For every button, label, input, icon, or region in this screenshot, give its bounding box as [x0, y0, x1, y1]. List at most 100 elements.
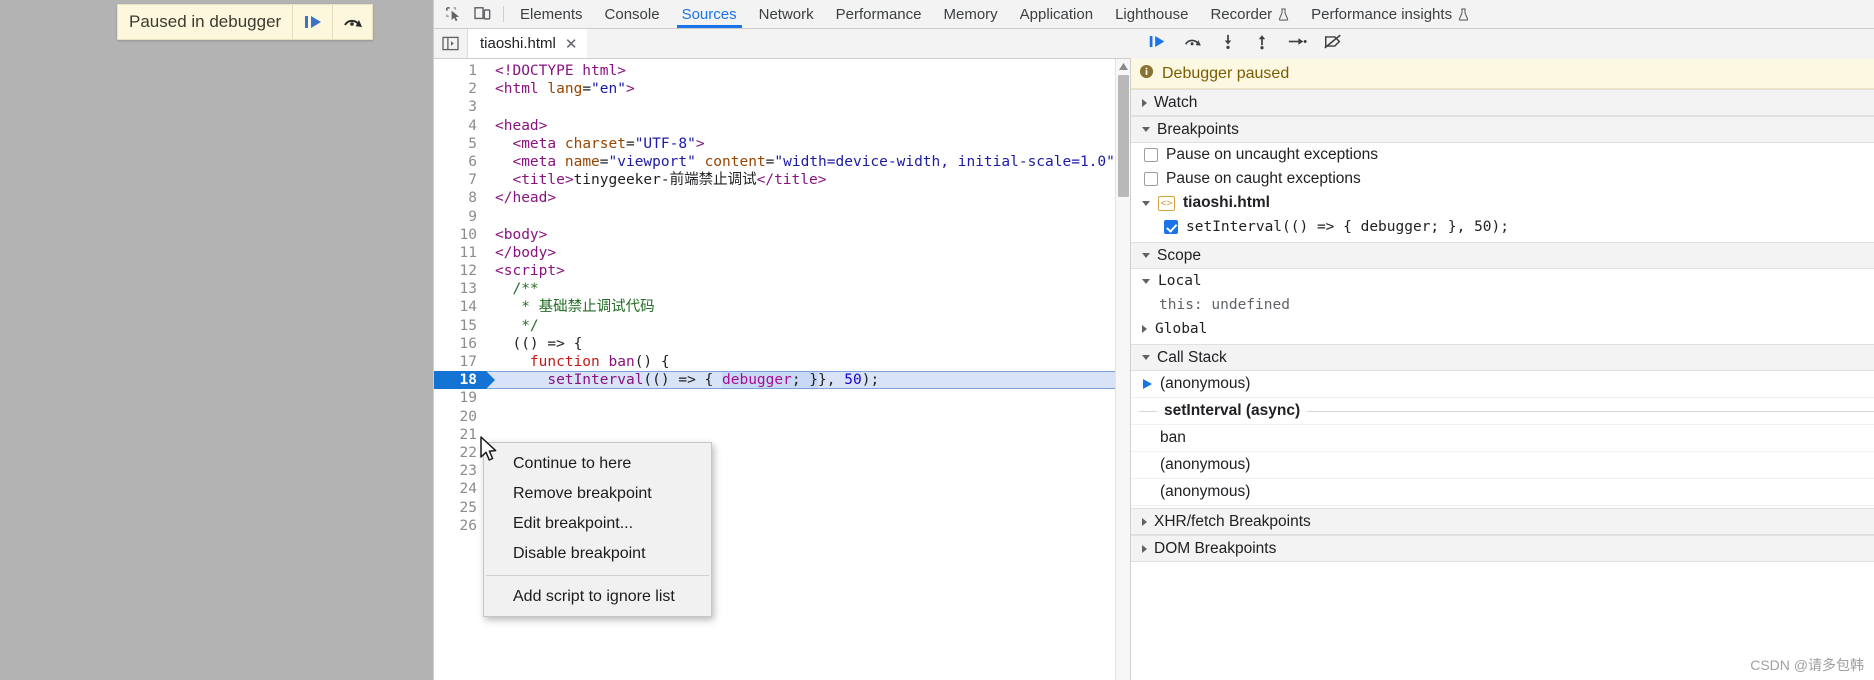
line-number[interactable]: 22	[434, 444, 486, 462]
scrollbar-thumb[interactable]	[1118, 75, 1129, 197]
line-number[interactable]: 12	[434, 262, 486, 280]
context-menu-item[interactable]: Disable breakpoint	[484, 539, 711, 569]
sidebar-section-breakpoints[interactable]: Breakpoints	[1131, 116, 1874, 143]
step-over-next-function-call-icon[interactable]	[332, 5, 372, 39]
sidebar-section-dom-breakpoints[interactable]: DOM Breakpoints	[1131, 535, 1874, 562]
call-stack-frame[interactable]: ban	[1131, 425, 1874, 452]
code-line[interactable]: 12 <script>	[434, 262, 1130, 280]
code-line[interactable]: 16 (() => {	[434, 335, 1130, 353]
code-line[interactable]: 11 </body>	[434, 244, 1130, 262]
line-number[interactable]: 14	[434, 298, 486, 316]
line-number[interactable]: 16	[434, 335, 486, 353]
line-number[interactable]: 3	[434, 98, 486, 116]
sidebar-section-scope[interactable]: Scope	[1131, 242, 1874, 269]
resume-script-execution-icon[interactable]	[292, 5, 332, 39]
context-menu-item[interactable]: Add script to ignore list	[484, 582, 711, 612]
context-menu-item[interactable]: Continue to here	[484, 449, 711, 479]
breakpoint-context-menu[interactable]: Continue to here Remove breakpoint Edit br…	[483, 442, 712, 617]
line-number[interactable]: 23	[434, 462, 486, 480]
resume-script-execution-icon[interactable]	[1147, 33, 1167, 55]
show-navigator-panel-icon[interactable]	[434, 29, 468, 58]
pause-on-caught-exceptions-checkbox[interactable]	[1144, 172, 1158, 186]
code-line[interactable]: 5 <meta charset="UTF-8">	[434, 135, 1130, 153]
deactivate-breakpoints-icon[interactable]	[1323, 33, 1343, 55]
code-line[interactable]: 1 <!DOCTYPE html>	[434, 62, 1130, 80]
code-line-breakpoint[interactable]: 18 setInterval(() => { debugger; }}, 50)…	[434, 371, 1130, 390]
scope-local-group[interactable]: Local	[1131, 269, 1874, 293]
line-number[interactable]: 13	[434, 280, 486, 298]
line-number[interactable]: 18	[434, 371, 495, 390]
sidebar-section-watch[interactable]: Watch	[1131, 89, 1874, 116]
scroll-up-arrow-icon[interactable]	[1116, 59, 1130, 73]
call-stack-frame[interactable]: (anonymous)	[1131, 371, 1874, 398]
line-number[interactable]: 7	[434, 171, 486, 189]
pause-on-uncaught-exceptions-row[interactable]: Pause on uncaught exceptions	[1131, 143, 1874, 167]
call-stack-frame[interactable]: (anonymous)	[1131, 479, 1874, 506]
close-icon[interactable]: ✕	[565, 35, 578, 53]
code-line[interactable]: 19	[434, 389, 1130, 407]
toggle-device-toolbar-icon[interactable]	[468, 0, 498, 28]
tab-network[interactable]: Network	[748, 0, 825, 28]
code-line[interactable]: 3	[434, 98, 1130, 116]
code-line[interactable]: 15 */	[434, 317, 1130, 335]
pause-on-caught-exceptions-row[interactable]: Pause on caught exceptions	[1131, 167, 1874, 191]
breakpoint-file-group[interactable]: <> tiaoshi.html	[1131, 191, 1874, 215]
pause-on-uncaught-exceptions-checkbox[interactable]	[1144, 148, 1158, 162]
code-line[interactable]: 2 <html lang="en">	[434, 80, 1130, 98]
sidebar-section-call-stack[interactable]: Call Stack	[1131, 344, 1874, 371]
line-number[interactable]: 1	[434, 62, 486, 80]
line-number[interactable]: 21	[434, 426, 486, 444]
code-line[interactable]: 14 * 基础禁止调试代码	[434, 298, 1130, 316]
step-into-next-function-call-icon[interactable]	[1219, 33, 1237, 55]
line-number[interactable]: 4	[434, 117, 486, 135]
step-over-next-function-call-icon[interactable]	[1183, 33, 1203, 55]
tab-memory[interactable]: Memory	[933, 0, 1009, 28]
code-line[interactable]: 4 <head>	[434, 117, 1130, 135]
tab-recorder[interactable]: Recorder	[1199, 0, 1300, 28]
line-number[interactable]: 17	[434, 353, 486, 371]
line-number[interactable]: 11	[434, 244, 486, 262]
line-number[interactable]: 20	[434, 408, 486, 426]
sidebar-section-xhr-fetch-breakpoints[interactable]: XHR/fetch Breakpoints	[1131, 508, 1874, 535]
line-number[interactable]: 15	[434, 317, 486, 335]
code-text: (() => {	[486, 335, 1130, 353]
line-number[interactable]: 5	[434, 135, 486, 153]
code-line[interactable]: 8 </head>	[434, 189, 1130, 207]
breakpoint-enabled-checkbox[interactable]	[1164, 220, 1178, 234]
breakpoint-entry[interactable]: setInterval(() => { debugger; }, 50);	[1131, 215, 1874, 239]
tab-sources[interactable]: Sources	[671, 0, 748, 28]
line-number[interactable]: 6	[434, 153, 486, 171]
tab-console[interactable]: Console	[594, 0, 671, 28]
tab-application[interactable]: Application	[1009, 0, 1104, 28]
line-number[interactable]: 24	[434, 480, 486, 498]
tab-performance[interactable]: Performance	[825, 0, 933, 28]
line-number[interactable]: 19	[434, 389, 486, 407]
file-tab-tiaoshi-html[interactable]: tiaoshi.html ✕	[468, 29, 588, 58]
code-line[interactable]: 17 function ban() {	[434, 353, 1130, 371]
line-number[interactable]: 10	[434, 226, 486, 244]
tab-elements[interactable]: Elements	[509, 0, 594, 28]
code-line[interactable]: 13 /**	[434, 280, 1130, 298]
line-number[interactable]: 26	[434, 517, 486, 535]
code-line[interactable]: 9	[434, 208, 1130, 226]
code-line[interactable]: 7 <title>tinygeeker-前端禁止调试</title>	[434, 171, 1130, 189]
scope-global-group[interactable]: Global	[1131, 317, 1874, 341]
line-number[interactable]: 8	[434, 189, 486, 207]
code-line[interactable]: 20	[434, 408, 1130, 426]
step-out-of-current-function-icon[interactable]	[1253, 33, 1271, 55]
line-number[interactable]: 25	[434, 499, 486, 517]
context-menu-item[interactable]: Edit breakpoint...	[484, 509, 711, 539]
tab-performance-insights[interactable]: Performance insights	[1300, 0, 1480, 28]
line-number[interactable]: 2	[434, 80, 486, 98]
code-line[interactable]: 6 <meta name="viewport" content="width=d…	[434, 153, 1130, 171]
step-icon[interactable]	[1287, 33, 1307, 55]
line-number[interactable]: 9	[434, 208, 486, 226]
call-stack-frame-label: (anonymous)	[1160, 483, 1251, 500]
source-code-editor[interactable]: 1 <!DOCTYPE html> 2 <html lang="en"> 3 4 <head…	[434, 59, 1131, 680]
context-menu-item[interactable]: Remove breakpoint	[484, 479, 711, 509]
inspect-element-icon[interactable]	[438, 0, 468, 28]
call-stack-frame[interactable]: (anonymous)	[1131, 452, 1874, 479]
tab-lighthouse[interactable]: Lighthouse	[1104, 0, 1199, 28]
editor-scrollbar[interactable]	[1115, 59, 1130, 680]
code-line[interactable]: 10 <body>	[434, 226, 1130, 244]
